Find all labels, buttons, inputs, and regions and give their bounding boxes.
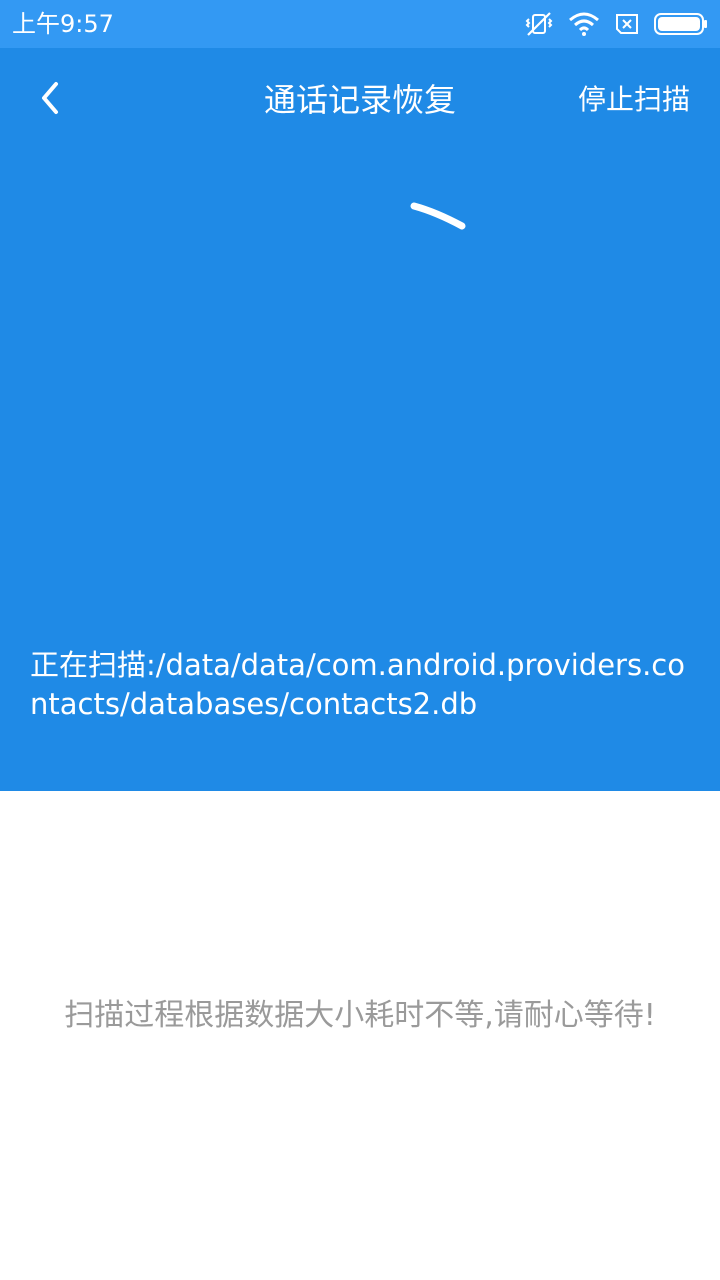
wifi-icon [568, 12, 600, 36]
stop-scan-button[interactable]: 停止扫描 [578, 80, 690, 120]
vibrate-off-icon [524, 11, 554, 37]
status-icons [510, 10, 708, 38]
app-bar: 通话记录恢复 停止扫描 [0, 48, 720, 152]
scan-panel: 正在扫描:/data/data/com.android.providers.co… [0, 152, 720, 791]
loading-spinner-icon [400, 182, 480, 232]
no-sim-icon [614, 13, 640, 35]
status-time: 上午9:57 [12, 10, 114, 38]
hint-area: 扫描过程根据数据大小耗时不等,请耐心等待! [0, 791, 720, 1280]
status-bar: 上午9:57 [0, 0, 720, 48]
scan-path-text: 正在扫描:/data/data/com.android.providers.co… [30, 648, 685, 721]
chevron-left-icon [38, 80, 62, 120]
back-button[interactable] [24, 74, 76, 126]
page-title: 通话记录恢复 [263, 81, 456, 119]
scan-hint-text: 扫描过程根据数据大小耗时不等,请耐心等待! [64, 998, 656, 1033]
battery-icon [654, 12, 708, 36]
